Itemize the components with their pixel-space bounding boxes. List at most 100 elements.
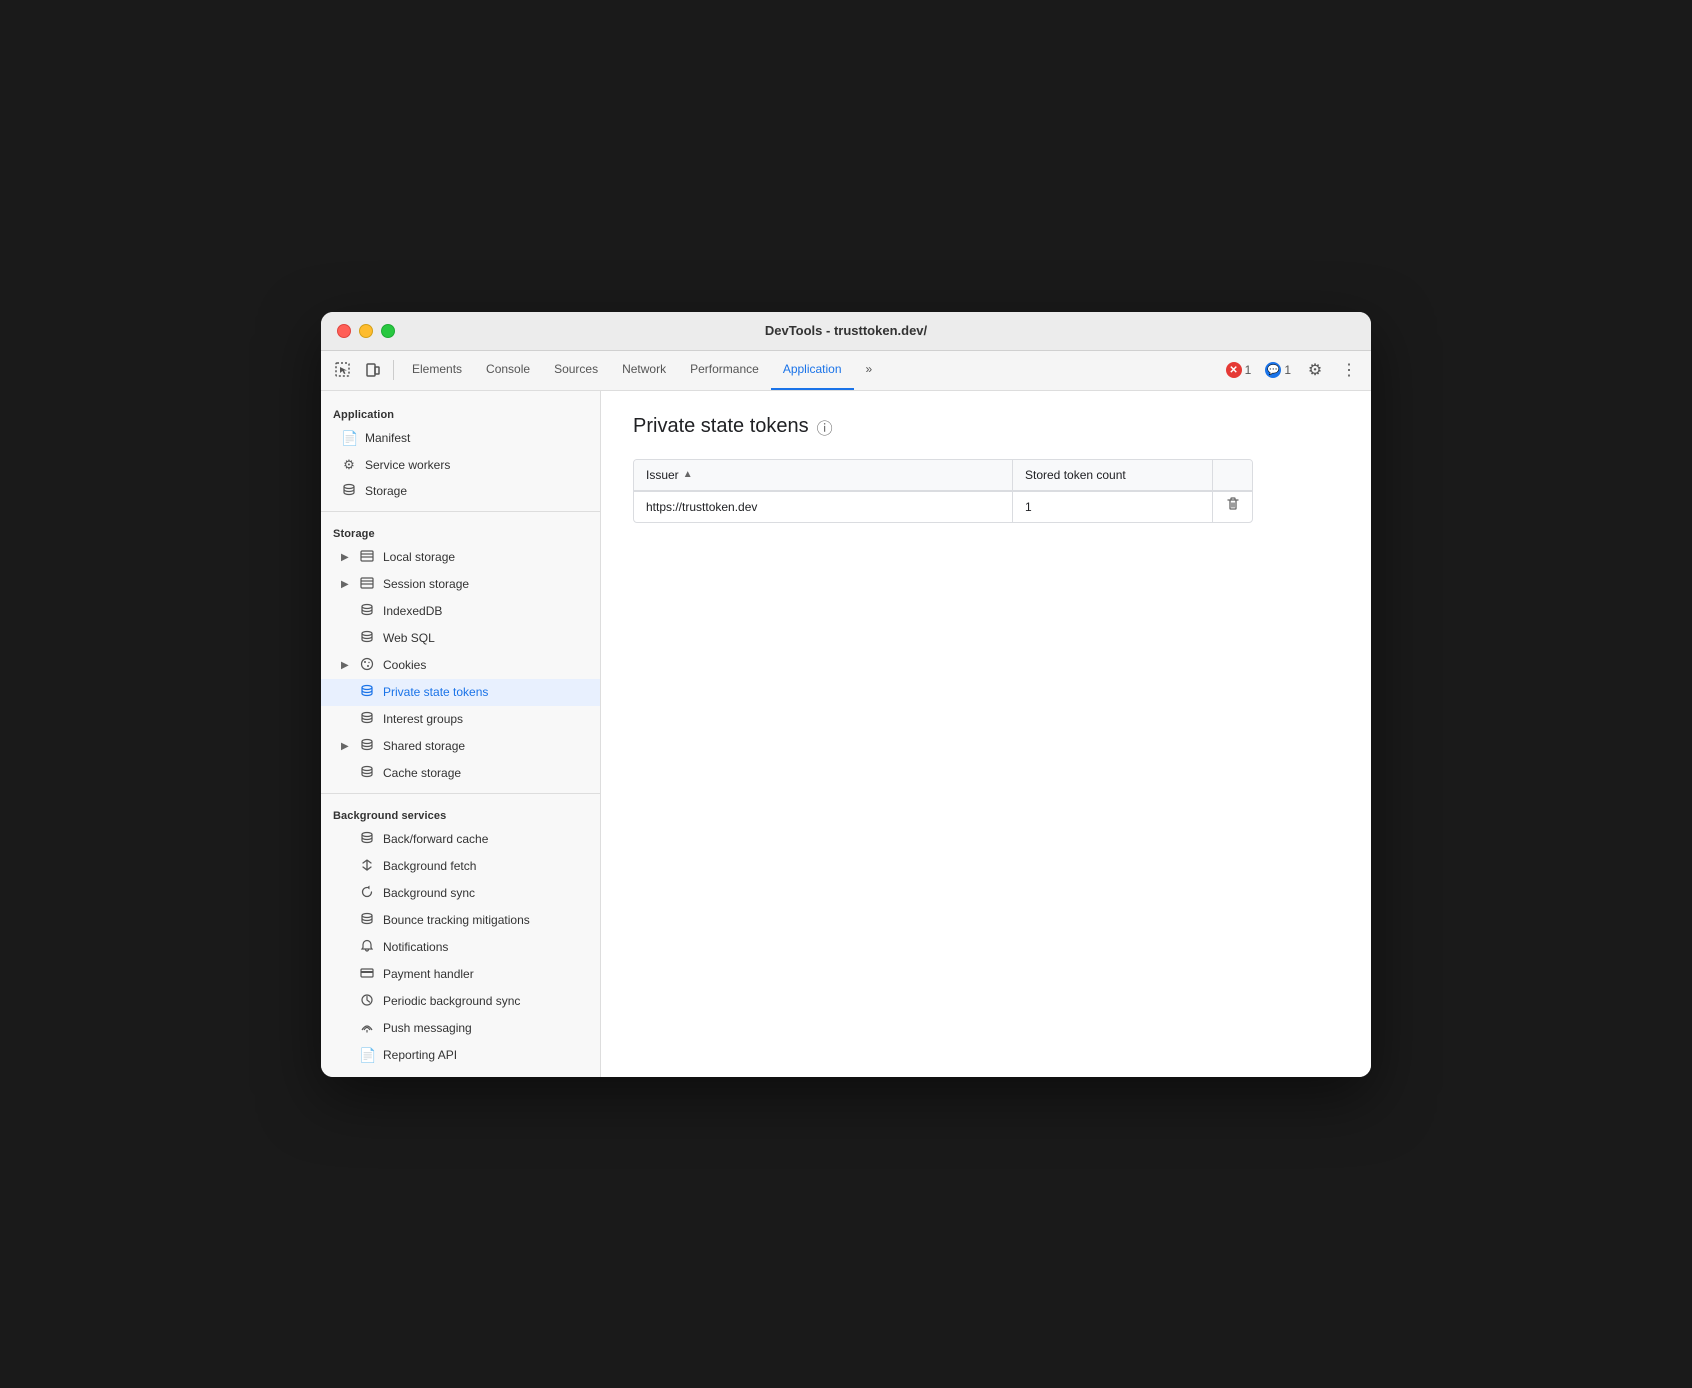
service-workers-icon: ⚙ (341, 457, 357, 473)
local-storage-icon (359, 549, 375, 566)
content-area: Private state tokens ⓘ Issuer ▲ Stored t… (601, 391, 1371, 1077)
notifications-icon (359, 939, 375, 956)
sidebar-item-shared-storage[interactable]: ▶ Shared storage (321, 733, 600, 760)
toolbar-divider (393, 360, 394, 380)
sidebar-item-manifest[interactable]: 📄 Manifest (321, 425, 600, 452)
tab-network[interactable]: Network (610, 351, 678, 390)
tab-application[interactable]: Application (771, 351, 854, 390)
sidebar-label-back-forward-cache: Back/forward cache (383, 832, 488, 846)
sidebar-item-session-storage[interactable]: ▶ Session storage (321, 571, 600, 598)
sidebar-divider-1 (321, 511, 600, 512)
traffic-lights (337, 324, 395, 338)
col-header-issuer[interactable]: Issuer ▲ (634, 460, 1012, 490)
cell-issuer: https://trusttoken.dev (634, 492, 1012, 522)
settings-button[interactable]: ⚙ (1301, 356, 1329, 384)
cache-storage-icon (359, 765, 375, 782)
sidebar-item-notifications[interactable]: Notifications (321, 934, 600, 961)
cell-action (1212, 492, 1252, 522)
tab-console[interactable]: Console (474, 351, 542, 390)
sidebar-label-reporting-api: Reporting API (383, 1048, 457, 1062)
sidebar-divider-2 (321, 793, 600, 794)
sidebar-label-session-storage: Session storage (383, 577, 469, 591)
more-options-button[interactable]: ⋮ (1335, 356, 1363, 384)
data-table: Issuer ▲ Stored token count https://trus… (633, 459, 1253, 523)
tab-elements[interactable]: Elements (400, 351, 474, 390)
error-badge-button[interactable]: ✕ 1 (1222, 360, 1256, 380)
sidebar-label-push-messaging: Push messaging (383, 1021, 472, 1035)
sort-arrow-icon: ▲ (683, 469, 693, 480)
col-header-count: Stored token count (1012, 460, 1212, 490)
info-badge-button[interactable]: 💬 1 (1261, 360, 1295, 380)
inspect-element-button[interactable] (329, 356, 357, 384)
tab-performance[interactable]: Performance (678, 351, 771, 390)
sidebar-item-payment-handler[interactable]: Payment handler (321, 961, 600, 988)
background-sync-icon (359, 885, 375, 902)
sidebar-item-interest-groups[interactable]: Interest groups (321, 706, 600, 733)
sidebar-item-background-fetch[interactable]: Background fetch (321, 853, 600, 880)
delete-row-button[interactable] (1221, 492, 1245, 521)
interest-groups-icon (359, 711, 375, 728)
sidebar-item-local-storage[interactable]: ▶ Local storage (321, 544, 600, 571)
cursor-icon (335, 362, 351, 378)
shared-storage-icon (359, 738, 375, 755)
session-storage-icon (359, 576, 375, 593)
sidebar-item-reporting-api[interactable]: 📄 Reporting API (321, 1042, 600, 1069)
reporting-api-icon: 📄 (359, 1047, 375, 1064)
sidebar-item-storage-app[interactable]: Storage (321, 478, 600, 505)
page-title: Private state tokens (633, 415, 809, 438)
sidebar-item-private-state-tokens[interactable]: Private state tokens (321, 679, 600, 706)
trash-icon (1225, 496, 1241, 512)
error-count: 1 (1245, 363, 1252, 377)
main-area: Application 📄 Manifest ⚙ Service workers… (321, 391, 1371, 1077)
sidebar-item-back-forward-cache[interactable]: Back/forward cache (321, 826, 600, 853)
device-icon (365, 362, 381, 378)
sidebar-label-bounce-tracking: Bounce tracking mitigations (383, 913, 530, 927)
sidebar-item-cache-storage[interactable]: Cache storage (321, 760, 600, 787)
sidebar-label-cache-storage: Cache storage (383, 766, 461, 780)
private-state-tokens-icon (359, 684, 375, 701)
sidebar-item-bounce-tracking[interactable]: Bounce tracking mitigations (321, 907, 600, 934)
sidebar-item-service-workers[interactable]: ⚙ Service workers (321, 452, 600, 478)
toolbar-tabs: Elements Console Sources Network Perform… (400, 351, 1220, 390)
expand-arrow-local-storage: ▶ (341, 552, 351, 563)
sidebar-item-background-sync[interactable]: Background sync (321, 880, 600, 907)
bounce-tracking-icon (359, 912, 375, 929)
sidebar-label-interest-groups: Interest groups (383, 712, 463, 726)
push-messaging-icon (359, 1020, 375, 1037)
titlebar: DevTools - trusttoken.dev/ (321, 312, 1371, 351)
sidebar-item-cookies[interactable]: ▶ Cookies (321, 652, 600, 679)
devtools-window: DevTools - trusttoken.dev/ Elements Cons… (321, 312, 1371, 1077)
payment-handler-icon (359, 966, 375, 983)
sidebar-label-payment-handler: Payment handler (383, 967, 474, 981)
indexeddb-icon (359, 603, 375, 620)
sidebar-label-storage-app: Storage (365, 484, 407, 498)
page-title-row: Private state tokens ⓘ (633, 415, 1339, 439)
toolbar: Elements Console Sources Network Perform… (321, 351, 1371, 391)
window-title: DevTools - trusttoken.dev/ (765, 323, 927, 338)
back-forward-cache-icon (359, 831, 375, 848)
sidebar-label-indexeddb: IndexedDB (383, 604, 442, 618)
close-button[interactable] (337, 324, 351, 338)
sidebar-section-storage: Storage (321, 518, 600, 544)
tab-sources[interactable]: Sources (542, 351, 610, 390)
device-toolbar-button[interactable] (359, 356, 387, 384)
maximize-button[interactable] (381, 324, 395, 338)
expand-arrow-session-storage: ▶ (341, 579, 351, 590)
sidebar-item-push-messaging[interactable]: Push messaging (321, 1015, 600, 1042)
sidebar-item-web-sql[interactable]: Web SQL (321, 625, 600, 652)
sidebar-label-manifest: Manifest (365, 431, 410, 445)
minimize-button[interactable] (359, 324, 373, 338)
sidebar-label-local-storage: Local storage (383, 550, 455, 564)
expand-arrow-cookies: ▶ (341, 660, 351, 671)
periodic-background-sync-icon (359, 993, 375, 1010)
sidebar-label-cookies: Cookies (383, 658, 426, 672)
sidebar-item-indexeddb[interactable]: IndexedDB (321, 598, 600, 625)
expand-arrow-shared-storage: ▶ (341, 741, 351, 752)
tab-more[interactable]: » (854, 351, 885, 390)
sidebar-item-periodic-background-sync[interactable]: Periodic background sync (321, 988, 600, 1015)
manifest-icon: 📄 (341, 430, 357, 447)
cookies-icon (359, 657, 375, 674)
sidebar-section-application: Application (321, 399, 600, 425)
sidebar-label-notifications: Notifications (383, 940, 448, 954)
info-circle-icon[interactable]: ⓘ (817, 415, 833, 439)
